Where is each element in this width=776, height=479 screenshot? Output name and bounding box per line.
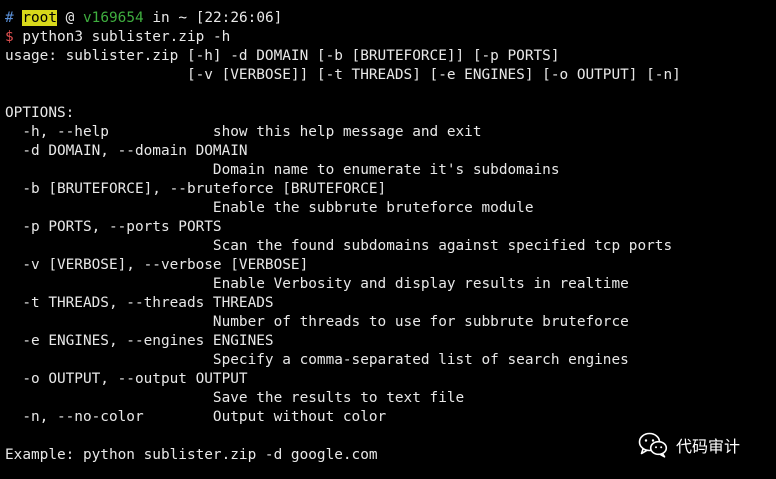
output-line-no-color: -n, --no-color Output without color (5, 409, 387, 425)
command-text[interactable]: python3 sublister.zip -h (22, 29, 230, 45)
prompt-hash: # (5, 10, 14, 26)
output-line-output-desc: Save the results to text file (5, 390, 465, 406)
watermark: 代码审计 (638, 430, 740, 460)
output-line-bruteforce-desc: Enable the subbrute bruteforce module (5, 200, 534, 216)
output-line-blank (5, 85, 771, 104)
wechat-icon (638, 432, 668, 458)
output-line-options-heading: OPTIONS: (5, 105, 75, 121)
output-line-engines-desc: Specify a comma-separated list of search… (5, 352, 629, 368)
output-line-usage-1: usage: sublister.zip [-h] -d DOMAIN [-b … (5, 48, 560, 64)
prompt-user: root (22, 10, 57, 26)
prompt-dollar: $ (5, 29, 14, 45)
prompt-in: in (152, 10, 170, 26)
output-line-domain: -d DOMAIN, --domain DOMAIN (5, 143, 248, 159)
output-line-bruteforce: -b [BRUTEFORCE], --bruteforce [BRUTEFORC… (5, 181, 387, 197)
output-line-verbose: -v [VERBOSE], --verbose [VERBOSE] (5, 257, 309, 273)
output-line-domain-desc: Domain name to enumerate it's subdomains (5, 162, 560, 178)
output-line-verbose-desc: Enable Verbosity and display results in … (5, 276, 629, 292)
output-line-threads-desc: Number of threads to use for subbrute br… (5, 314, 629, 330)
output-line-engines: -e ENGINES, --engines ENGINES (5, 333, 274, 349)
output-line-ports-desc: Scan the found subdomains against specif… (5, 238, 673, 254)
prompt-line: # root @ v169654 in ~ [22:26:06] (5, 9, 771, 28)
prompt-host: v169654 (83, 10, 144, 26)
prompt-dir: ~ (178, 10, 188, 26)
prompt-at: @ (65, 10, 75, 26)
output-line-usage-2: [-v [VERBOSE]] [-t THREADS] [-e ENGINES]… (5, 67, 681, 83)
command-line[interactable]: $ python3 sublister.zip -h (5, 28, 771, 47)
prompt-time: [22:26:06] (195, 10, 283, 26)
output-line-ports: -p PORTS, --ports PORTS (5, 219, 222, 235)
output-line-help: -h, --help show this help message and ex… (5, 124, 482, 140)
terminal-window[interactable]: # root @ v169654 in ~ [22:26:06] $ pytho… (5, 9, 771, 471)
watermark-text: 代码审计 (676, 437, 741, 456)
output-line-output: -o OUTPUT, --output OUTPUT (5, 371, 248, 387)
output-line-threads: -t THREADS, --threads THREADS (5, 295, 274, 311)
